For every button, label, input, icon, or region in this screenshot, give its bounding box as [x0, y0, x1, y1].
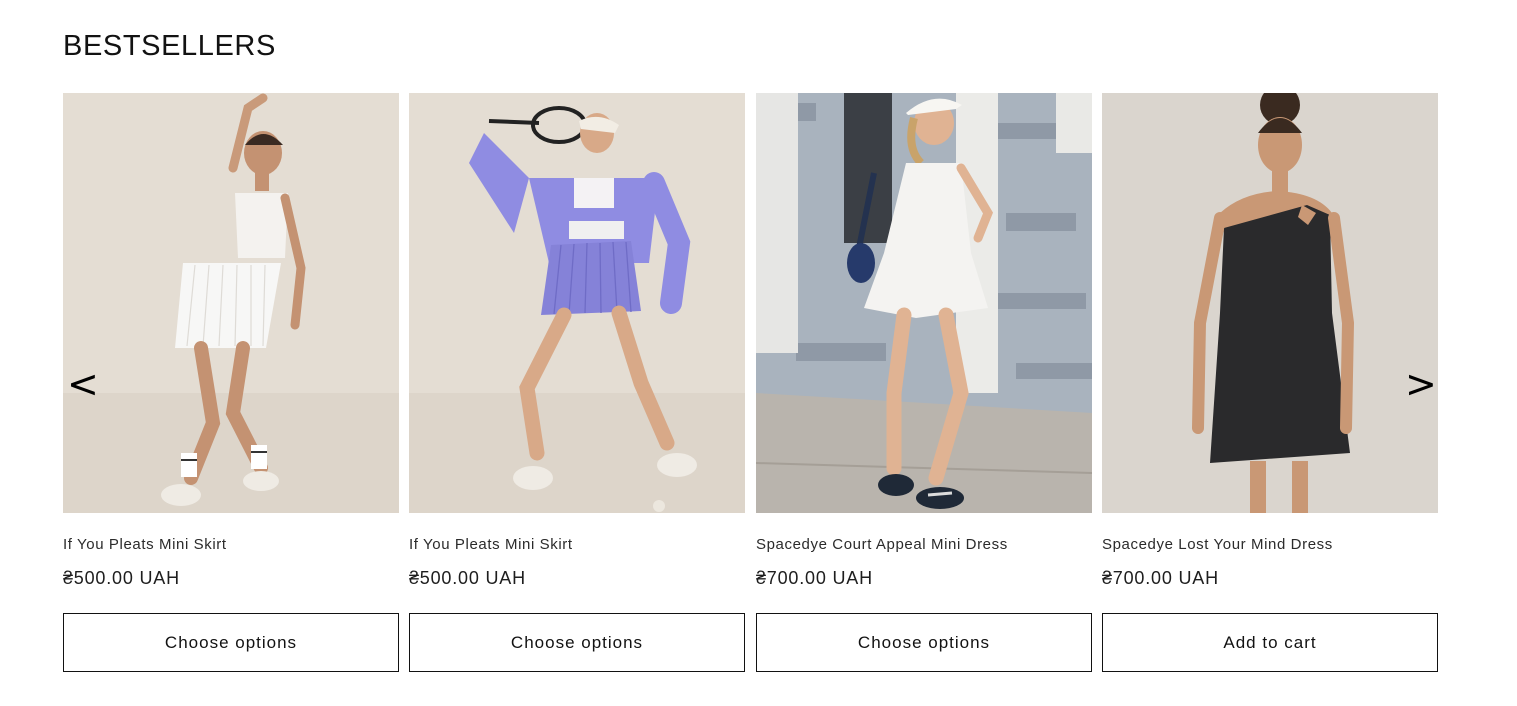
woman-in-black-one-shoulder-dress-photo [1102, 93, 1438, 513]
product-title[interactable]: If You Pleats Mini Skirt [409, 536, 573, 553]
product-card[interactable]: If You Pleats Mini Skirt ₴500.00 UAH Cho… [409, 93, 745, 672]
product-price: ₴500.00 UAH [409, 568, 526, 588]
product-card[interactable]: Spacedye Lost Your Mind Dress ₴700.00 UA… [1102, 93, 1438, 672]
section-title: BESTSELLERS [63, 30, 276, 62]
add-to-cart-button[interactable]: Add to cart [1102, 613, 1438, 672]
woman-with-tennis-racket-purple-outfit-photo [409, 93, 745, 513]
product-title[interactable]: If You Pleats Mini Skirt [63, 536, 227, 553]
product-image[interactable] [409, 93, 745, 513]
choose-options-button[interactable]: Choose options [409, 613, 745, 672]
product-price: ₴500.00 UAH [63, 568, 180, 588]
product-price: ₴700.00 UAH [1102, 568, 1219, 588]
product-image[interactable] [63, 93, 399, 513]
product-image[interactable] [1102, 93, 1438, 513]
product-card[interactable]: If You Pleats Mini Skirt ₴500.00 UAH Cho… [63, 93, 399, 672]
product-image[interactable] [756, 93, 1092, 513]
product-price: ₴700.00 UAH [756, 568, 873, 588]
product-title[interactable]: Spacedye Lost Your Mind Dress [1102, 536, 1333, 553]
woman-in-white-pleated-skirt-photo [63, 93, 399, 513]
chevron-left-icon[interactable]: < [67, 365, 99, 403]
choose-options-button[interactable]: Choose options [756, 613, 1092, 672]
choose-options-button[interactable]: Choose options [63, 613, 399, 672]
product-title[interactable]: Spacedye Court Appeal Mini Dress [756, 536, 1008, 553]
woman-in-white-mini-dress-street-photo [756, 93, 1092, 513]
product-card[interactable]: Spacedye Court Appeal Mini Dress ₴700.00… [756, 93, 1092, 672]
chevron-right-icon[interactable]: > [1405, 365, 1437, 403]
